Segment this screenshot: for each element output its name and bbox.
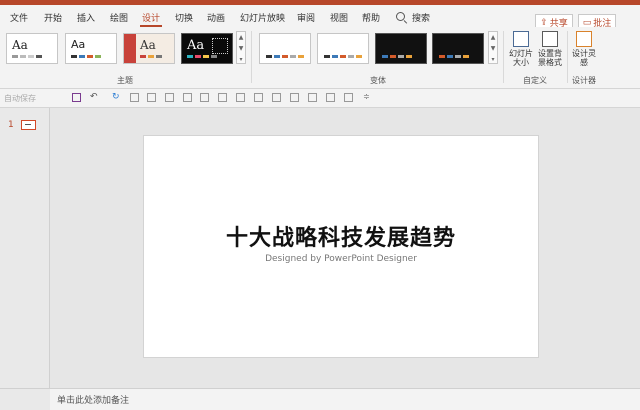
themes-gallery-scroll[interactable]: ▲ ▼ ▾ xyxy=(236,31,246,64)
align-icon[interactable] xyxy=(200,93,209,102)
theme-4[interactable]: Aa xyxy=(181,33,233,64)
theme-2[interactable]: Aa xyxy=(65,33,117,64)
variant-2[interactable] xyxy=(317,33,369,64)
theme-sample-text: Aa xyxy=(187,38,205,53)
tab-design[interactable]: 设计 xyxy=(142,11,160,24)
tab-slideshow[interactable]: 幻灯片放映 xyxy=(240,11,285,24)
theme-pattern xyxy=(212,38,228,54)
ungroup-icon[interactable] xyxy=(290,93,299,102)
theme-sample-text: Aa xyxy=(140,38,156,52)
theme-color-swatches xyxy=(140,55,162,58)
slide-number: 1 xyxy=(8,120,14,130)
group-icon[interactable] xyxy=(272,93,281,102)
notes-pane[interactable]: 单击此处添加备注 xyxy=(50,388,640,410)
align-icon[interactable] xyxy=(183,93,192,102)
variant-1[interactable] xyxy=(259,33,311,64)
distribute-icon[interactable] xyxy=(254,93,263,102)
themes-group-label: 主题 xyxy=(117,76,133,85)
tab-file[interactable]: 文件 xyxy=(10,11,28,24)
customize-group-label: 自定义 xyxy=(523,76,547,85)
ribbon: Aa Aa Aa Aa ▲ ▼ ▾ 主题 ▲ ▼ ▾ 变体 幻灯片大小 设置背景… xyxy=(0,27,640,89)
align-icon[interactable] xyxy=(218,93,227,102)
send-backward-icon[interactable] xyxy=(326,93,335,102)
redo-icon[interactable]: ↻ xyxy=(112,92,121,102)
variant-swatches xyxy=(439,55,469,58)
slide-size-button[interactable]: 幻灯片大小 xyxy=(507,31,535,67)
comment-icon: ▭ xyxy=(582,17,592,28)
variants-group-label: 变体 xyxy=(370,76,386,85)
group-divider xyxy=(567,31,568,83)
variants-gallery-scroll[interactable]: ▲ ▼ ▾ xyxy=(488,31,498,64)
align-icon[interactable] xyxy=(147,93,156,102)
design-ideas-icon xyxy=(576,31,592,47)
variant-swatches xyxy=(382,55,412,58)
slide-size-icon xyxy=(513,31,529,47)
align-icon[interactable] xyxy=(130,93,139,102)
search-icon[interactable] xyxy=(396,12,405,21)
tab-draw[interactable]: 绘图 xyxy=(110,11,128,24)
theme-office[interactable]: Aa xyxy=(6,33,58,64)
scroll-down-icon[interactable]: ▼ xyxy=(489,43,497,54)
variant-swatches xyxy=(324,55,362,58)
undo-icon[interactable]: ↶ xyxy=(90,92,99,102)
tab-animations[interactable]: 动画 xyxy=(207,11,225,24)
theme-color-swatches xyxy=(187,55,217,58)
shape-icon[interactable] xyxy=(344,93,353,102)
theme-3[interactable]: Aa xyxy=(123,33,175,64)
slide-subtitle[interactable]: Designed by PowerPoint Designer xyxy=(144,254,538,264)
format-background-icon xyxy=(542,31,558,47)
variant-4[interactable] xyxy=(432,33,484,64)
tab-help[interactable]: 帮助 xyxy=(362,11,380,24)
tab-home[interactable]: 开始 xyxy=(44,11,62,24)
customize-qat-icon[interactable]: ≑ xyxy=(363,92,372,101)
tab-transitions[interactable]: 切换 xyxy=(175,11,193,24)
format-background-button[interactable]: 设置背景格式 xyxy=(537,31,563,67)
theme-accent-strip xyxy=(124,34,136,63)
theme-color-swatches xyxy=(12,55,42,58)
design-ideas-label: 设计灵感 xyxy=(572,49,596,67)
ribbon-tabs: 文件 开始 插入 绘图 设计 切换 动画 幻灯片放映 审阅 视图 帮助 搜索 ⇪… xyxy=(0,5,640,31)
align-icon[interactable] xyxy=(236,93,245,102)
quick-access-toolbar: 自动保存 ↶ ↻ ≑ xyxy=(0,89,640,108)
notes-placeholder[interactable]: 单击此处添加备注 xyxy=(57,393,129,406)
tab-view[interactable]: 视图 xyxy=(330,11,348,24)
align-icon[interactable] xyxy=(165,93,174,102)
scroll-up-icon[interactable]: ▲ xyxy=(489,32,497,43)
group-divider xyxy=(503,31,504,83)
variant-3[interactable] xyxy=(375,33,427,64)
notes-left-margin xyxy=(0,388,50,410)
theme-sample-text: Aa xyxy=(12,38,28,52)
design-ideas-button[interactable]: 设计灵感 xyxy=(572,31,596,67)
slide-size-label: 幻灯片大小 xyxy=(509,49,533,67)
save-icon[interactable] xyxy=(72,93,81,102)
scroll-down-icon[interactable]: ▼ xyxy=(237,43,245,54)
more-icon[interactable]: ▾ xyxy=(237,54,245,65)
variant-swatches xyxy=(266,55,304,58)
bring-forward-icon[interactable] xyxy=(308,93,317,102)
slide-title[interactable]: 十大战略科技发展趋势 xyxy=(144,220,538,252)
autosave-label[interactable]: 自动保存 xyxy=(4,93,36,104)
tab-insert[interactable]: 插入 xyxy=(77,11,95,24)
format-background-label: 设置背景格式 xyxy=(538,49,562,67)
theme-sample-text: Aa xyxy=(71,38,86,51)
theme-color-swatches xyxy=(71,55,101,58)
designer-group-label: 设计器 xyxy=(572,76,596,85)
group-divider xyxy=(251,31,252,83)
slide-thumbnail[interactable] xyxy=(21,120,36,130)
scroll-up-icon[interactable]: ▲ xyxy=(237,32,245,43)
search-label[interactable]: 搜索 xyxy=(412,11,430,24)
slide-canvas[interactable]: 十大战略科技发展趋势 Designed by PowerPoint Design… xyxy=(143,135,539,358)
tab-review[interactable]: 审阅 xyxy=(297,11,315,24)
share-icon: ⇪ xyxy=(540,17,548,28)
slides-pane: 1 xyxy=(0,108,50,388)
more-icon[interactable]: ▾ xyxy=(489,54,497,65)
